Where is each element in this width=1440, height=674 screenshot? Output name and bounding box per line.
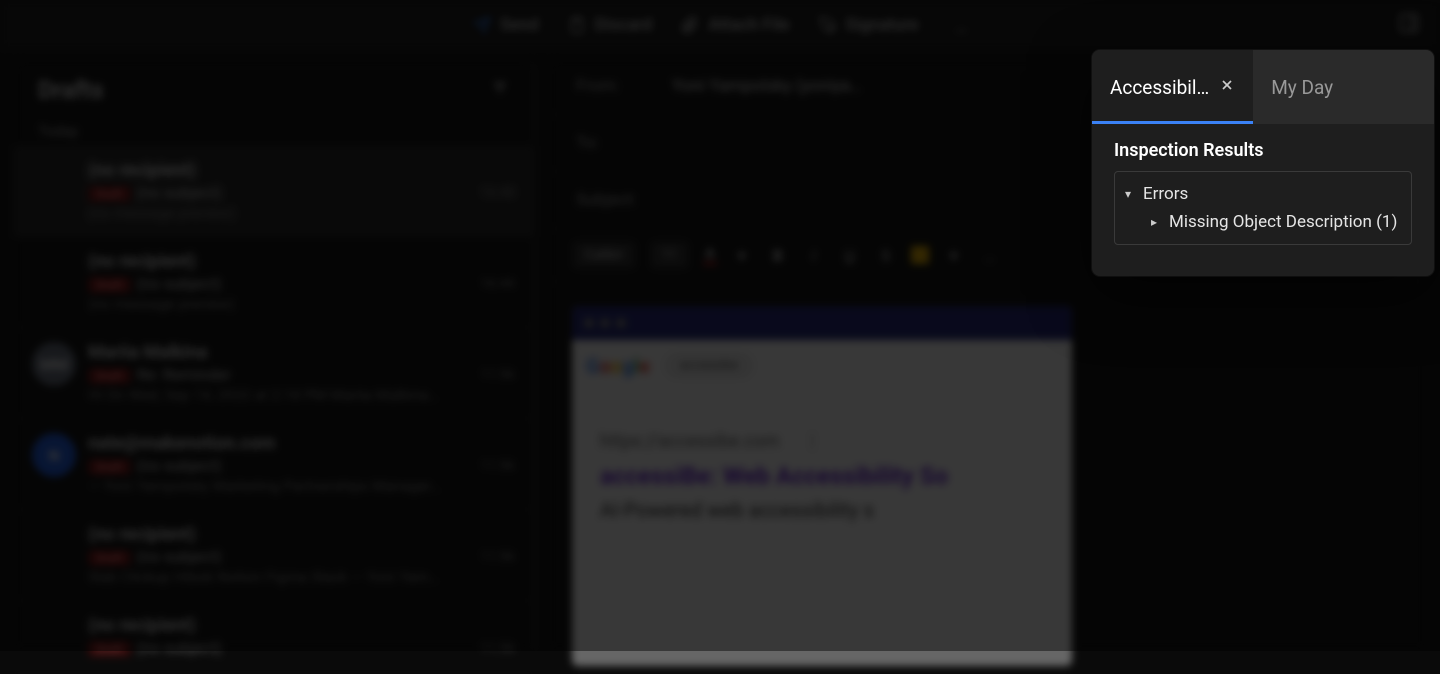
window-dot-icon	[584, 318, 594, 328]
panel-toggle-button[interactable]	[1398, 12, 1420, 38]
tab-my-day[interactable]: My Day	[1253, 50, 1351, 124]
tab-accessibility[interactable]: Accessibil…	[1092, 50, 1253, 124]
mail-item[interactable]: MM Mariia Malkina Draft Re: Reminder 11:56…	[14, 328, 533, 419]
subject: (no subject)	[137, 638, 222, 657]
date-group-label: Today	[14, 116, 533, 146]
italic-button[interactable]: I	[803, 244, 825, 266]
window-dot-icon	[600, 318, 610, 328]
tab-label: Accessibil…	[1110, 76, 1209, 99]
subject-label: Subject:	[576, 190, 656, 210]
subject: (no subject)	[137, 183, 222, 202]
avatar: N	[32, 433, 76, 477]
draft-badge: Draft	[88, 186, 131, 202]
send-button[interactable]: Send	[472, 15, 538, 35]
draft-badge: Draft	[88, 277, 131, 293]
chevron-down-icon: ▾	[1125, 187, 1137, 201]
result-desc: AI-Powered web accessibility s	[600, 498, 1044, 522]
mail-item[interactable]: (no recipient) Draft (no subject) 11:56	[14, 601, 533, 674]
preview: — Yoni Yampolsky Marketing Partnerships …	[88, 477, 515, 495]
chevron-down-icon[interactable]: ▾	[731, 244, 753, 266]
draft-badge: Draft	[88, 550, 131, 566]
recipient: (no recipient)	[88, 615, 196, 636]
tab-label: My Day	[1271, 76, 1333, 99]
mail-item[interactable]: (no recipient) Draft (no subject) 11:56 Sl…	[14, 510, 533, 601]
trash-icon	[567, 15, 587, 35]
send-icon	[472, 15, 492, 35]
avatar	[32, 160, 76, 204]
recipient: (no recipient)	[88, 524, 196, 545]
error-item-label: Missing Object Description (1)	[1169, 212, 1397, 232]
time: 11:56	[480, 640, 515, 656]
time: 11:56	[480, 549, 515, 565]
result-title: accessiBe: Web Accessibility So	[600, 462, 1044, 490]
error-item[interactable]: ▸ Missing Object Description (1)	[1125, 208, 1401, 236]
subject: (no subject)	[137, 456, 222, 475]
draft-badge: Draft	[88, 368, 131, 384]
recipient: Mariia Malkina	[88, 342, 207, 363]
chevron-right-icon: ▸	[1151, 215, 1163, 229]
inspection-results-heading: Inspection Results	[1114, 140, 1412, 161]
font-color-button[interactable]: A	[703, 246, 716, 265]
signature-button[interactable]: Signature	[818, 15, 919, 35]
errors-label: Errors	[1143, 184, 1188, 204]
window-dot-icon	[616, 318, 626, 328]
pen-icon	[818, 15, 838, 35]
recipient: nate@makenotion.com	[88, 433, 275, 454]
font-size-select[interactable]: 11	[650, 241, 690, 269]
draft-badge: Draft	[88, 641, 131, 657]
subject: Re: Reminder	[137, 365, 231, 384]
search-term: accessibe	[664, 352, 754, 379]
message-list-sidebar: Drafts Today (no recipient) Draft (no sub…	[14, 58, 534, 651]
more-format-button[interactable]: …	[979, 244, 1001, 266]
avatar	[32, 615, 76, 659]
time: 16:44	[480, 276, 515, 292]
font-family-select[interactable]: Calibri	[572, 241, 636, 269]
recipient: (no recipient)	[88, 251, 196, 272]
preview: (no message preview)	[88, 204, 515, 222]
filter-icon[interactable]	[491, 79, 509, 102]
more-icon: ⋮	[803, 431, 821, 452]
accessibility-panel: Accessibil… My Day Inspection Results ▾ …	[1092, 50, 1434, 276]
compose-toolbar: Send Discard Attach File Signature …	[0, 0, 1440, 50]
mail-item[interactable]: (no recipient) Draft (no subject) 16:44 (n…	[14, 237, 533, 328]
error-tree: ▾ Errors ▸ Missing Object Description (1…	[1114, 171, 1412, 245]
result-url: https://accessibe.com	[600, 431, 779, 452]
highlight-button[interactable]	[911, 246, 929, 264]
toolbar-more-button[interactable]: …	[955, 13, 968, 37]
time: 16:48	[480, 185, 515, 201]
folder-title: Drafts	[38, 76, 104, 104]
subject: (no subject)	[137, 547, 222, 566]
attach-label: Attach File	[708, 15, 789, 35]
paperclip-icon	[680, 15, 700, 35]
discard-label: Discard	[595, 15, 653, 35]
time: 11:56	[480, 367, 515, 383]
avatar	[32, 524, 76, 568]
subject: (no subject)	[137, 274, 222, 293]
chevron-down-icon[interactable]: ▾	[943, 244, 965, 266]
avatar: MM	[32, 342, 76, 386]
discard-button[interactable]: Discard	[567, 15, 653, 35]
recipient: (no recipient)	[88, 160, 196, 181]
send-label: Send	[500, 15, 538, 35]
signature-label: Signature	[846, 15, 919, 35]
preview: Hi On Wed, Sep 14, 2022 at 2:18 PM Marii…	[88, 386, 515, 404]
close-icon[interactable]	[1219, 77, 1235, 98]
underline-button[interactable]: U	[839, 244, 861, 266]
attach-file-button[interactable]: Attach File	[680, 15, 789, 35]
draft-badge: Draft	[88, 459, 131, 475]
errors-group[interactable]: ▾ Errors	[1125, 180, 1401, 208]
message-body-image[interactable]: Google accessibe https://accessibe.com⋮ …	[572, 306, 1072, 666]
panel-tab-strip: Accessibil… My Day	[1092, 50, 1434, 124]
avatar	[32, 251, 76, 295]
google-logo: Google	[586, 354, 650, 378]
bold-button[interactable]: B	[767, 244, 789, 266]
mail-item[interactable]: (no recipient) Draft (no subject) 16:48 (n…	[14, 146, 533, 237]
mail-item[interactable]: N nate@makenotion.com Draft (no subject) 1…	[14, 419, 533, 510]
strikethrough-button[interactable]: S	[875, 244, 897, 266]
time: 11:56	[480, 458, 515, 474]
preview: Slab Clickup Hibob Notion Figma Slack — …	[88, 568, 515, 586]
to-label: To:	[576, 133, 656, 153]
preview: (no message preview)	[88, 295, 515, 313]
from-label: From:	[576, 76, 656, 96]
